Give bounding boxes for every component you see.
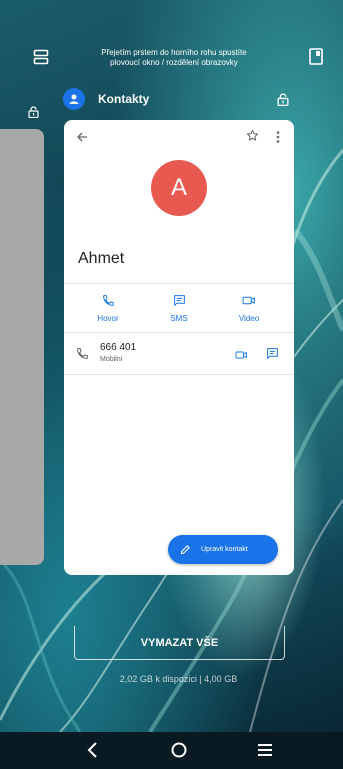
phone-icon bbox=[102, 295, 114, 306]
video-button[interactable]: Video bbox=[219, 294, 279, 323]
divider bbox=[64, 283, 294, 284]
app-card-header: Kontakty bbox=[63, 86, 149, 112]
memory-status: 2,02 GB k dispozici | 4,00 GB bbox=[119, 674, 238, 684]
message-icon bbox=[173, 295, 185, 306]
message-icon[interactable] bbox=[266, 347, 279, 365]
video-label: Video bbox=[238, 314, 260, 323]
back-icon[interactable] bbox=[86, 741, 98, 764]
divider bbox=[64, 374, 294, 375]
gesture-hint-line-2: plovoucí okno / rozdělení obrazovky bbox=[110, 58, 238, 67]
contact-avatar: A bbox=[151, 160, 207, 216]
edit-contact-button[interactable]: Upravit kontakt bbox=[168, 535, 278, 564]
gesture-hint: Přejetím prstem do horního rohu spustíte… bbox=[80, 48, 268, 68]
contacts-app-card[interactable]: A Ahmet Hovor SMS Video 666 401 Mobilní … bbox=[64, 120, 294, 575]
more-options-icon[interactable] bbox=[276, 130, 280, 148]
sms-label: SMS bbox=[170, 314, 188, 323]
phone-icon bbox=[76, 347, 89, 365]
gesture-hint-line-1: Přejetím prstem do horního rohu spustíte bbox=[101, 48, 247, 57]
navigation-bar bbox=[0, 732, 343, 769]
divider bbox=[64, 332, 294, 333]
video-call-icon[interactable] bbox=[235, 348, 248, 366]
phone-type: Mobilní bbox=[100, 356, 123, 363]
home-icon[interactable] bbox=[170, 741, 188, 764]
contacts-app-icon bbox=[63, 88, 85, 110]
contact-name: Ahmet bbox=[78, 250, 125, 267]
app-title: Kontakty bbox=[98, 92, 150, 106]
edit-contact-label: Upravit kontakt bbox=[201, 546, 248, 553]
lock-icon[interactable] bbox=[28, 105, 39, 123]
sms-button[interactable]: SMS bbox=[149, 294, 209, 323]
back-arrow-icon[interactable] bbox=[76, 130, 88, 148]
split-screen-icon[interactable] bbox=[33, 49, 49, 70]
phone-number[interactable]: 666 401 bbox=[100, 342, 136, 353]
star-icon[interactable] bbox=[246, 129, 259, 147]
previous-app-card[interactable] bbox=[0, 129, 44, 565]
lock-app-icon[interactable] bbox=[277, 93, 289, 111]
pencil-icon bbox=[180, 545, 190, 555]
menu-icon[interactable] bbox=[257, 741, 273, 764]
call-button[interactable]: Hovor bbox=[78, 294, 138, 323]
floating-window-icon[interactable] bbox=[309, 48, 323, 70]
call-label: Hovor bbox=[97, 314, 119, 323]
video-icon bbox=[242, 296, 255, 305]
clear-all-button[interactable]: VYMAZAT VŠE bbox=[74, 626, 285, 660]
